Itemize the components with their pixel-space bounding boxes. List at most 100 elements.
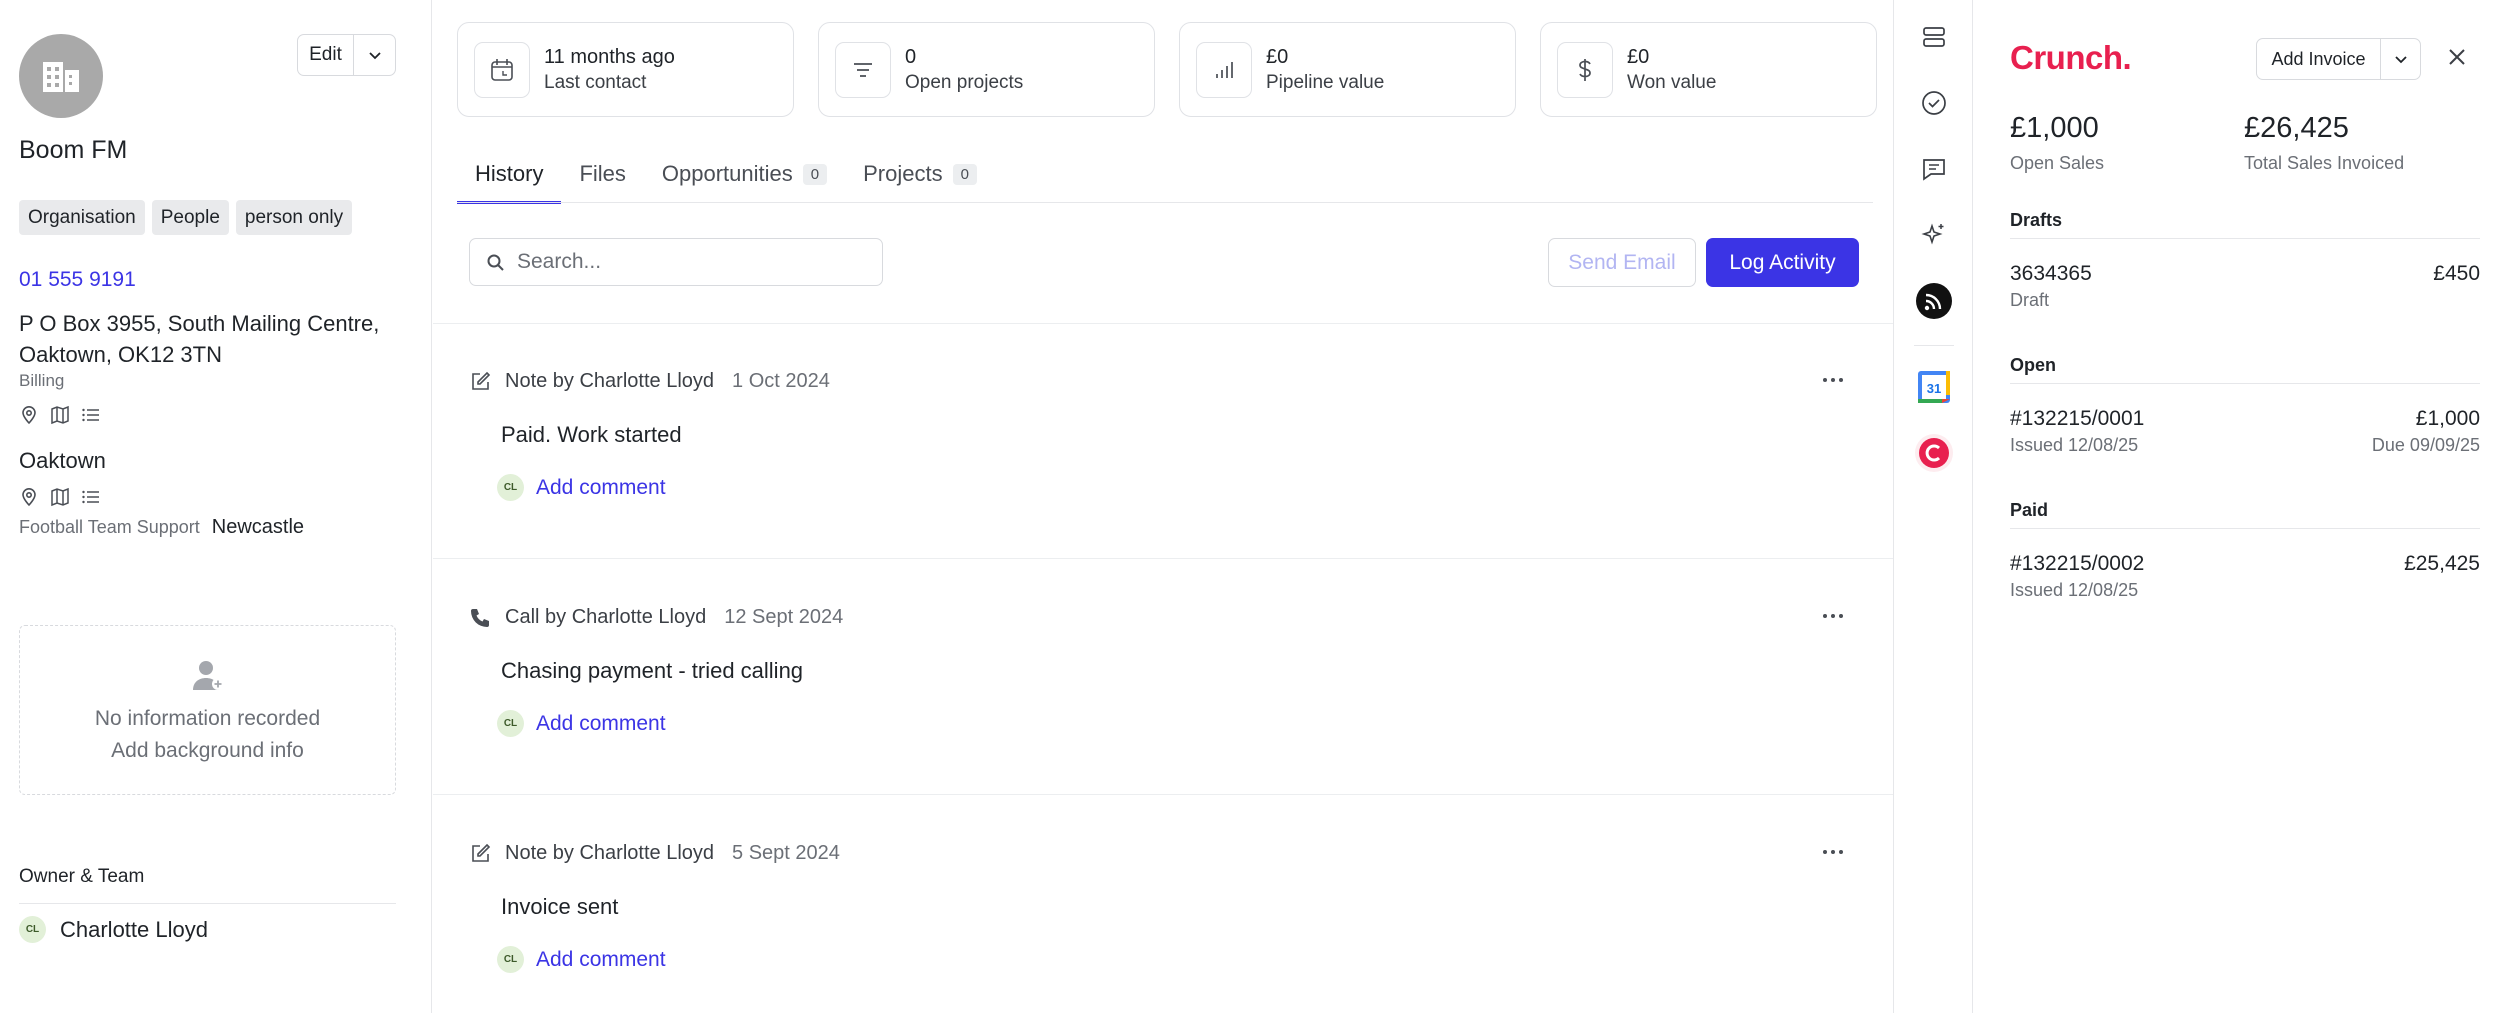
- note-icon: [472, 843, 491, 862]
- rail-chat-button[interactable]: [1915, 150, 1953, 188]
- add-comment-link[interactable]: Add comment: [536, 712, 666, 736]
- add-background-link[interactable]: Add background info: [111, 739, 304, 763]
- avatar: CL: [497, 474, 524, 501]
- company-name: Boom FM: [19, 136, 128, 164]
- chevron-down-icon: [368, 52, 381, 60]
- owner-row[interactable]: CL Charlotte Lloyd: [19, 916, 208, 943]
- stat-card-pipeline-value: £0 Pipeline value: [1179, 22, 1516, 117]
- divider: [457, 202, 1873, 203]
- tag[interactable]: person only: [235, 200, 353, 235]
- app-rail: 31: [1893, 0, 1973, 1013]
- invoice-amount: £1,000: [2415, 407, 2480, 430]
- bar-chart-icon: [1216, 61, 1233, 78]
- crunch-app-icon: [1915, 434, 1953, 472]
- check-circle-icon: [1922, 91, 1946, 115]
- rail-feed-app-button[interactable]: [1915, 282, 1953, 320]
- more-button[interactable]: [1822, 848, 1844, 856]
- more-button[interactable]: [1822, 612, 1844, 620]
- phone-icon: [471, 608, 489, 627]
- map-pin-icon[interactable]: [19, 405, 39, 425]
- stat-card-last-contact: 11 months ago Last contact: [457, 22, 794, 117]
- activity-date: 12 Sept 2024: [724, 606, 844, 628]
- ellipsis-icon: [1823, 378, 1843, 382]
- background-empty-text: No information recorded: [94, 707, 321, 730]
- owner-heading: Owner & Team: [19, 866, 145, 887]
- tab-bar: History Files Opportunities 0 Projects 0: [456, 145, 1013, 204]
- activity-title: Note by Charlotte Lloyd: [505, 842, 715, 864]
- divider: [2010, 238, 2480, 239]
- send-email-button[interactable]: Send Email: [1548, 238, 1696, 287]
- add-comment-link[interactable]: Add comment: [536, 476, 666, 500]
- google-calendar-icon: 31: [1918, 371, 1950, 403]
- map-icon[interactable]: [50, 487, 70, 507]
- rail-layers-button[interactable]: [1915, 18, 1953, 56]
- add-comment-row: CL Add comment: [497, 474, 666, 501]
- map-pin-icon[interactable]: [19, 487, 39, 507]
- tab-count-badge: 0: [802, 163, 828, 185]
- invoice-row-draft[interactable]: 3634365 Draft: [2010, 262, 2092, 311]
- crunch-logo: Crunch.: [2010, 39, 2132, 76]
- tab-files[interactable]: Files: [579, 145, 625, 203]
- tag[interactable]: People: [151, 200, 229, 235]
- building-icon: [43, 62, 79, 92]
- tab-count-badge: 0: [952, 163, 977, 185]
- search-input[interactable]: [517, 250, 857, 274]
- stat-card-open-projects: 0 Open projects: [818, 22, 1155, 117]
- crunch-panel: Crunch. Add Invoice £1,000 Open Sales £2…: [1974, 0, 2498, 1013]
- rail-tasks-button[interactable]: [1915, 84, 1953, 122]
- invoice-row-open[interactable]: #132215/0001 Issued 12/08/25: [2010, 407, 2144, 456]
- address-type-label: Billing: [19, 371, 65, 390]
- divider: [2010, 528, 2480, 529]
- divider: [2010, 383, 2480, 384]
- more-button[interactable]: [1822, 376, 1844, 384]
- custom-field: Football Team Support Newcastle: [19, 516, 304, 539]
- stat-value: £0: [1627, 45, 1650, 68]
- open-sales-summary: £1,000 Open Sales: [2010, 112, 2104, 174]
- log-activity-button[interactable]: Log Activity: [1706, 238, 1859, 287]
- invoice-number: #132215/0002: [2010, 552, 2145, 575]
- contact-sidebar: Edit Boom FM Organisation People person …: [0, 0, 432, 1013]
- activity-date: 1 Oct 2024: [732, 370, 830, 392]
- rail-google-calendar-button[interactable]: 31: [1915, 368, 1953, 406]
- invoice-issued-date: Issued 12/08/25: [2010, 580, 2139, 600]
- close-icon: [2449, 49, 2465, 65]
- activity-title: Note by Charlotte Lloyd: [505, 370, 715, 392]
- tab-history[interactable]: History: [456, 145, 563, 204]
- rail-crunch-button[interactable]: [1915, 434, 1953, 472]
- invoice-amount: £450: [2433, 262, 2480, 285]
- owner-name: Charlotte Lloyd: [60, 916, 208, 942]
- list-icon[interactable]: [81, 405, 101, 425]
- total-invoiced-label: Total Sales Invoiced: [2244, 153, 2405, 173]
- activity-body: Chasing payment - tried calling: [501, 658, 804, 683]
- tab-opportunities[interactable]: Opportunities 0: [662, 145, 828, 203]
- search-box: [469, 238, 883, 286]
- edit-button[interactable]: Edit: [298, 35, 354, 75]
- map-icon[interactable]: [50, 405, 70, 425]
- background-info-box[interactable]: No information recorded Add background i…: [19, 625, 396, 795]
- phone-link[interactable]: 01 555 9191: [19, 268, 136, 292]
- add-comment-row: CL Add comment: [497, 946, 666, 973]
- close-button[interactable]: [2446, 46, 2468, 68]
- add-invoice-menu-button[interactable]: [2381, 39, 2420, 79]
- open-sales-value: £1,000: [2010, 112, 2099, 144]
- chevron-down-icon: [2394, 56, 2407, 64]
- search-icon: [487, 254, 504, 271]
- divider: [433, 323, 1893, 324]
- invoice-amount-col: £1,000 Due 09/09/25: [2372, 407, 2480, 456]
- add-comment-link[interactable]: Add comment: [536, 948, 666, 972]
- tab-projects[interactable]: Projects 0: [863, 145, 977, 203]
- add-invoice-button[interactable]: Add Invoice: [2257, 39, 2381, 79]
- list-icon[interactable]: [81, 487, 101, 507]
- invoice-number: #132215/0001: [2010, 407, 2145, 430]
- invoice-amount-col: £25,425: [2404, 552, 2480, 576]
- stat-value: 0: [905, 45, 917, 68]
- tag[interactable]: Organisation: [19, 200, 145, 235]
- ellipsis-icon: [1823, 850, 1843, 854]
- chat-icon: [1923, 159, 1945, 181]
- invoice-due-date: Due 09/09/25: [2371, 435, 2480, 455]
- edit-menu-button[interactable]: [354, 35, 395, 75]
- section-heading-open: Open: [2010, 355, 2057, 375]
- invoice-row-paid[interactable]: #132215/0002 Issued 12/08/25: [2010, 552, 2144, 601]
- section-heading-paid: Paid: [2010, 500, 2049, 520]
- rail-ai-button[interactable]: [1915, 216, 1953, 254]
